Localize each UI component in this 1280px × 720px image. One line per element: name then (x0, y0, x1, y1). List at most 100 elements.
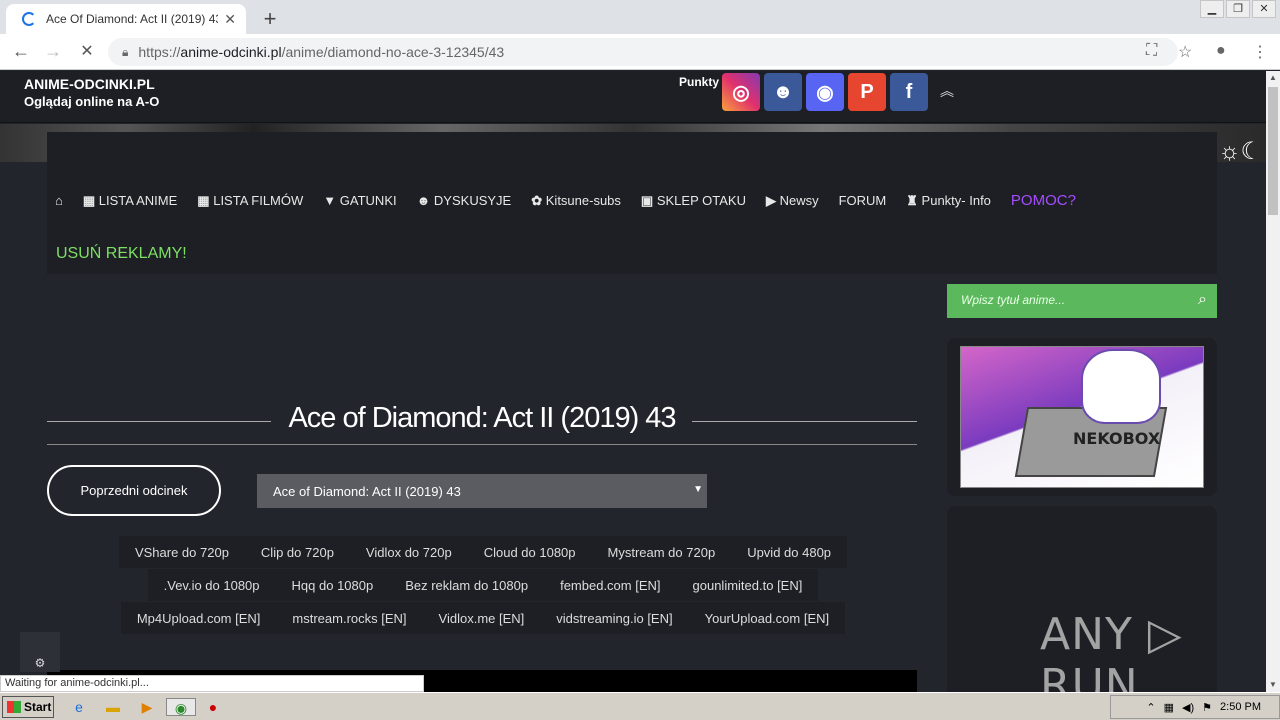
stop-loading-icon[interactable]: ✕ (76, 41, 98, 61)
page-scrollbar[interactable]: ▲ ▼ (1266, 71, 1280, 692)
patreon-icon[interactable]: P (848, 73, 886, 111)
antivirus-icon[interactable]: ● (204, 698, 222, 716)
bookmark-star-icon[interactable]: ☆ (1178, 42, 1192, 62)
nav-item-pomoc[interactable]: POMOC? (1011, 192, 1076, 209)
users-icon: ☻ (416, 193, 431, 208)
nav-item-forum[interactable]: FORUM (839, 193, 887, 208)
site-header: ANIME-ODCINKI.PL Oglądaj online na A-O P… (0, 71, 1266, 123)
browser-toolbar: ← → ✕ 🔒︎ https://anime-odcinki.pl/anime/… (0, 34, 1280, 70)
restore-icon[interactable]: ❐ (1226, 0, 1250, 18)
film-icon: ▦ (82, 192, 96, 208)
instagram-icon[interactable]: ◎ (722, 73, 760, 111)
ie-icon[interactable]: e (70, 698, 88, 716)
new-tab-icon[interactable]: + (258, 6, 282, 32)
discord-icon[interactable]: ◉ (806, 73, 844, 111)
back-icon[interactable]: ← (10, 41, 32, 62)
volume-icon[interactable]: ◀) (1182, 701, 1194, 714)
player-option[interactable]: VShare do 720p (118, 536, 245, 568)
nav-item-newsy[interactable]: ▶ Newsy (766, 193, 819, 209)
home-icon: ⌂ (55, 193, 63, 208)
episode-select-value: Ace of Diamond: Act II (2019) 43 (273, 484, 461, 499)
nav-item-gatunki[interactable]: ▼ GATUNKI (323, 193, 396, 208)
chevron-up-icon[interactable]: ⌃ (1146, 701, 1155, 714)
nav-item-sklep-otaku[interactable]: ▣ SKLEP OTAKU (641, 193, 746, 209)
facebook-icon[interactable]: f (890, 73, 928, 111)
search-placeholder: Wpisz tytuł anime... (961, 293, 1066, 307)
player-option[interactable]: Vidlox.me [EN] (422, 602, 541, 634)
player-option[interactable]: Clip do 720p (244, 536, 350, 568)
chevron-up-icon[interactable]: ︽ (940, 81, 954, 101)
nav-label: Newsy (779, 192, 819, 208)
scroll-up-icon[interactable]: ▲ (1266, 71, 1280, 85)
minimize-icon[interactable]: ▁ (1200, 0, 1224, 18)
translate-icon[interactable]: ⛶ (1146, 42, 1157, 60)
profile-avatar-icon[interactable]: ● (1216, 42, 1226, 60)
player-option[interactable]: fembed.com [EN] (544, 569, 677, 601)
network-icon[interactable]: ▦ (1164, 701, 1174, 714)
player-option[interactable]: Mp4Upload.com [EN] (120, 602, 277, 634)
player-option[interactable]: Bez reklam do 1080p (389, 569, 545, 601)
tab-title: Ace Of Diamond: Act II (2019) 43 - A (46, 12, 218, 26)
player-option[interactable]: Upvid do 480p (731, 536, 848, 568)
page-viewport: ANIME-ODCINKI.PL Oglądaj online na A-O P… (0, 71, 1266, 692)
start-button[interactable]: Start (2, 696, 54, 718)
player-option[interactable]: .Vev.io do 1080p (147, 569, 276, 601)
forward-icon[interactable]: → (42, 41, 64, 62)
start-label: Start (24, 700, 52, 714)
anime-search-input[interactable]: Wpisz tytuł anime... ⌕ (947, 284, 1217, 318)
remove-ads-link[interactable]: USUŃ REKLAMY! (56, 245, 187, 263)
punkty-label[interactable]: Punkty (679, 75, 719, 89)
close-tab-icon[interactable]: ✕ (224, 11, 236, 28)
chevron-down-icon: ▼ (693, 484, 703, 495)
nav-item-lista-anime[interactable]: ▦ LISTA ANIME (83, 193, 177, 209)
player-option[interactable]: Vidlox do 720p (349, 536, 468, 568)
url-path: /anime/diamond-no-ace-3-12345/43 (281, 44, 505, 60)
nav-item-home[interactable]: ⌂ (55, 193, 63, 208)
brand-tagline: Oglądaj online na A-O (24, 94, 160, 109)
address-bar[interactable]: 🔒︎ https://anime-odcinki.pl/anime/diamon… (108, 38, 1178, 66)
site-brand[interactable]: ANIME-ODCINKI.PL Oglądaj online na A-O (24, 76, 159, 110)
paw-icon: ✿ (531, 192, 543, 208)
theme-toggle-icon[interactable]: ☼☾ (1218, 137, 1262, 166)
scroll-down-icon[interactable]: ▼ (1266, 678, 1280, 692)
previous-episode-button[interactable]: Poprzedni odcinek (47, 465, 221, 516)
browser-tab[interactable]: Ace Of Diamond: Act II (2019) 43 - A ✕ (6, 4, 246, 34)
player-row: Mp4Upload.com [EN] mstream.rocks [EN] Vi… (0, 602, 966, 634)
nav-label: DYSKUSYJE (433, 193, 512, 208)
nav-label: LISTA ANIME (98, 192, 178, 208)
url-scheme: https:// (138, 44, 181, 60)
media-player-icon[interactable]: ▶ (138, 698, 156, 716)
settings-gear-icon[interactable]: ⚙ (20, 632, 60, 672)
episode-select[interactable]: Ace of Diamond: Act II (2019) 43 ▼ (257, 474, 707, 508)
url-host: anime-odcinki.pl (180, 44, 282, 60)
nekobox-banner[interactable]: NEKOBOX (960, 346, 1204, 488)
nav-label: LISTA FILMÓW (213, 192, 304, 208)
player-option[interactable]: mstream.rocks [EN] (276, 602, 423, 634)
community-icon[interactable]: ☻ (764, 73, 802, 111)
flag-icon[interactable]: ⚑ (1202, 701, 1212, 714)
player-option[interactable]: Cloud do 1080p (467, 536, 592, 568)
nav-item-kitsune-subs[interactable]: ✿ Kitsune-subs (531, 193, 621, 209)
player-option[interactable]: gounlimited.to [EN] (676, 569, 819, 601)
nav-menu: ⌂ ▦ LISTA ANIME ▦ LISTA FILMÓW ▼ GATUNKI… (55, 192, 1096, 209)
folder-icon[interactable]: ▬ (104, 698, 122, 716)
close-window-icon[interactable]: ✕ (1252, 0, 1276, 18)
player-option[interactable]: YourUpload.com [EN] (688, 602, 846, 634)
nav-item-dyskusyje[interactable]: ☻ DYSKUSYJE (417, 193, 512, 208)
nav-label: Punkty- Info (921, 192, 991, 208)
player-option[interactable]: Hqq do 1080p (275, 569, 390, 601)
anyrun-watermark: ANY ▷ RUN (1040, 609, 1183, 692)
nav-item-punkty-info[interactable]: ♜ Punkty- Info (906, 193, 991, 209)
menu-kebab-icon[interactable]: ⋮ (1252, 42, 1268, 62)
chrome-taskbar-icon[interactable]: ◉ (166, 698, 196, 716)
player-option[interactable]: Mystream do 720p (591, 536, 732, 568)
nav-item-lista-filmow[interactable]: ▦ LISTA FILMÓW (197, 193, 303, 209)
scrollbar-thumb[interactable] (1268, 87, 1278, 215)
main-nav: ⌂ ▦ LISTA ANIME ▦ LISTA FILMÓW ▼ GATUNKI… (47, 132, 1217, 274)
player-option[interactable]: vidstreaming.io [EN] (540, 602, 689, 634)
clock[interactable]: 2:50 PM (1220, 701, 1261, 713)
loading-spinner-icon (22, 12, 36, 26)
search-icon[interactable]: ⌕ (1198, 291, 1207, 309)
lock-icon: 🔒︎ (122, 44, 129, 59)
filter-icon: ▼ (323, 193, 337, 208)
